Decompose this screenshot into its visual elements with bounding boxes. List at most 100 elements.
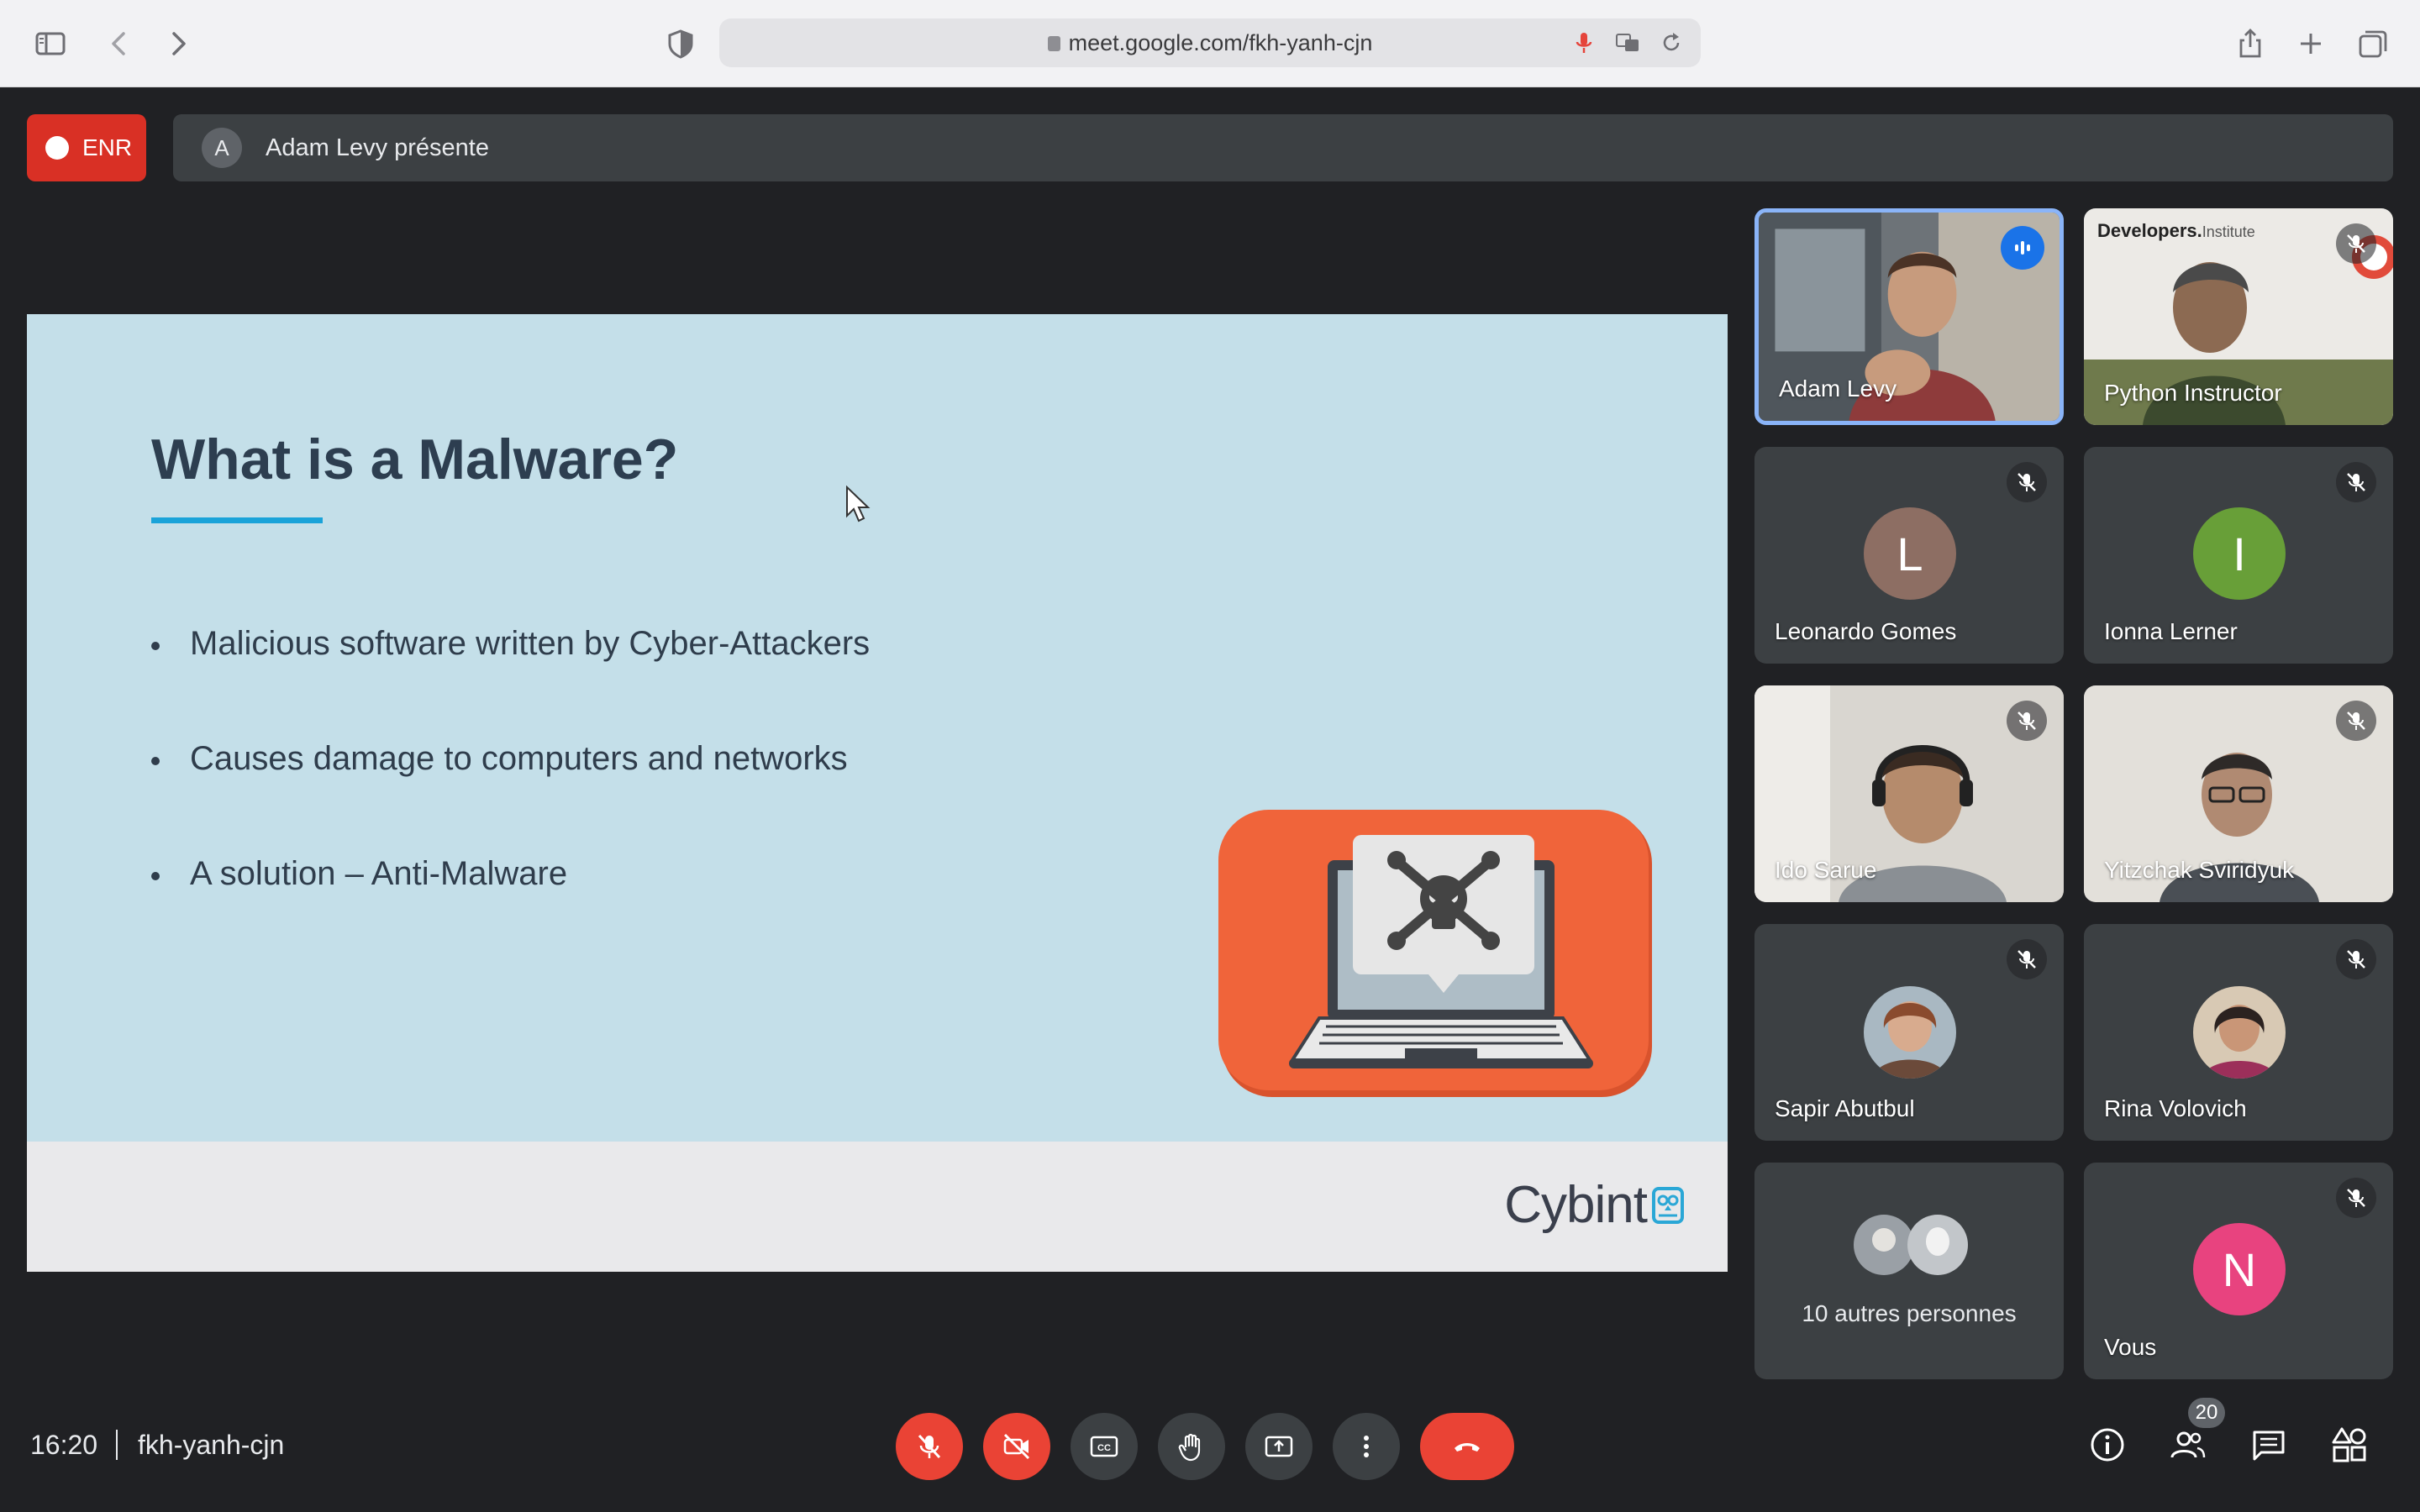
bullet-text: Malicious software written by Cyber-Atta… — [190, 625, 871, 662]
info-icon — [2091, 1428, 2124, 1462]
cybint-logo: Cybint — [1504, 1175, 1686, 1235]
others-label: 10 autres personnes — [1802, 1300, 2017, 1326]
mic-off-icon — [918, 1434, 941, 1459]
participant-name: Leonardo Gomes — [1775, 618, 1957, 644]
participant-tile[interactable]: Rina Volovich — [2084, 924, 2393, 1141]
others-avatars — [1854, 1215, 1968, 1275]
raise-hand-icon — [1178, 1433, 1201, 1462]
share-icon[interactable] — [2225, 18, 2275, 69]
browser-toolbar: meet.google.com/fkh-yanh-cjn — [0, 0, 2420, 87]
malware-laptop-illustration — [1218, 810, 1652, 1097]
captions-icon: CC — [1090, 1436, 1118, 1457]
muted-mic-icon — [2007, 939, 2047, 979]
participant-name: Ido Sarue — [1775, 857, 1877, 883]
slide-bullets: Malicious software written by Cyber-Atta… — [151, 625, 870, 970]
participant-photo-avatar — [2193, 986, 2286, 1079]
participant-tile[interactable]: I Ionna Lerner — [2084, 447, 2393, 664]
participant-name: Rina Volovich — [2104, 1095, 2247, 1121]
muted-mic-icon — [2336, 1178, 2376, 1218]
divider — [116, 1430, 118, 1460]
presenter-text: Adam Levy présente — [266, 134, 489, 161]
muted-mic-icon — [2336, 223, 2376, 264]
participant-name: Vous — [2104, 1334, 2157, 1360]
present-screen-button[interactable] — [1245, 1413, 1313, 1480]
participant-photo-avatar — [1864, 986, 1956, 1079]
translate-icon[interactable] — [1615, 30, 1640, 55]
others-tile[interactable]: 10 autres personnes — [1754, 1163, 2064, 1379]
tab-overview-icon[interactable] — [2348, 18, 2398, 69]
svg-text:CC: CC — [1097, 1443, 1111, 1453]
address-bar[interactable]: meet.google.com/fkh-yanh-cjn — [719, 18, 1701, 67]
present-screen-icon — [1265, 1436, 1293, 1457]
more-options-icon — [1364, 1436, 1369, 1457]
activities-button[interactable] — [2323, 1418, 2376, 1472]
muted-mic-icon — [2336, 939, 2376, 979]
people-icon — [2170, 1431, 2206, 1458]
recording-label: ENR — [82, 134, 133, 160]
participant-tile[interactable]: Yitzchak Sviridyuk — [2084, 685, 2393, 902]
presentation-slide: What is a Malware? Malicious software wr… — [27, 314, 1728, 1272]
participant-tile[interactable]: L Leonardo Gomes — [1754, 447, 2064, 664]
activities-icon — [2332, 1427, 2366, 1462]
camera-off-icon — [1003, 1433, 1030, 1460]
captions-button[interactable]: CC — [1071, 1413, 1138, 1480]
slide-footer: Cybint — [27, 1142, 1728, 1272]
lock-icon — [1047, 36, 1060, 51]
participant-tile[interactable]: Ido Sarue — [1754, 685, 2064, 902]
meeting-time: 16:20 — [30, 1430, 98, 1460]
back-icon[interactable] — [94, 18, 145, 69]
forward-icon[interactable] — [153, 18, 203, 69]
bullet-text: A solution – Anti-Malware — [190, 855, 568, 892]
more-options-button[interactable] — [1333, 1413, 1400, 1480]
bullet-item: Causes damage to computers and networks — [151, 740, 870, 855]
title-underline — [151, 517, 323, 523]
muted-mic-icon — [2336, 701, 2376, 741]
owl-logo-icon — [1652, 1186, 1684, 1224]
participant-tile[interactable]: Sapir Abutbul — [1754, 924, 2064, 1141]
watermark-developers-institute: Developers.Institute — [2097, 220, 2255, 242]
toggle-microphone-button[interactable] — [896, 1413, 963, 1480]
recording-dot-icon — [45, 136, 69, 160]
meeting-code: fkh-yanh-cjn — [138, 1430, 285, 1460]
participant-name: Yitzchak Sviridyuk — [2104, 857, 2295, 883]
muted-mic-icon — [2336, 462, 2376, 502]
slide-title: What is a Malware? — [151, 428, 679, 491]
recording-badge[interactable]: ENR — [27, 114, 146, 181]
leave-call-icon — [1455, 1443, 1480, 1452]
participant-name: Sapir Abutbul — [1775, 1095, 1915, 1121]
url-text: meet.google.com/fkh-yanh-cjn — [1068, 30, 1373, 55]
leave-call-button[interactable] — [1420, 1413, 1514, 1480]
raise-hand-button[interactable] — [1158, 1413, 1225, 1480]
bullet-item: A solution – Anti-Malware — [151, 855, 870, 970]
self-tile[interactable]: N Vous — [2084, 1163, 2393, 1379]
presenter-avatar: A — [202, 128, 242, 168]
reload-icon[interactable] — [1659, 30, 1684, 55]
muted-mic-icon — [2007, 701, 2047, 741]
participant-tile[interactable]: Adam Levy — [1754, 208, 2064, 425]
chat-button[interactable] — [2242, 1418, 2296, 1472]
sidebar-toggle-icon[interactable] — [25, 18, 76, 69]
microphone-in-use-icon[interactable] — [1571, 30, 1597, 55]
participant-tile[interactable]: Developers.Institute Python Instructor — [2084, 208, 2393, 425]
watermark-brand: Developers. — [2097, 220, 2202, 241]
self-avatar: N — [2193, 1223, 2286, 1315]
presenter-bar: A Adam Levy présente — [173, 114, 2393, 181]
muted-mic-icon — [2007, 462, 2047, 502]
participant-name: Ionna Lerner — [2104, 618, 2238, 644]
logo-text: Cybint — [1504, 1176, 1648, 1234]
meeting-info-button[interactable] — [2081, 1418, 2134, 1472]
participant-avatar: I — [2193, 507, 2286, 600]
mouse-cursor-icon — [846, 486, 871, 522]
bullet-text: Causes damage to computers and networks — [190, 740, 848, 777]
speaking-indicator-icon — [2001, 226, 2044, 270]
watermark-suffix: Institute — [2202, 223, 2255, 240]
participant-count-badge: 20 — [2188, 1398, 2225, 1428]
privacy-shield-icon[interactable] — [655, 18, 706, 69]
slide-content-area: What is a Malware? Malicious software wr… — [27, 314, 1728, 1142]
participant-name: Adam Levy — [1779, 375, 1897, 402]
toggle-camera-button[interactable] — [983, 1413, 1050, 1480]
participant-name: Python Instructor — [2104, 380, 2282, 406]
chat-icon — [2253, 1431, 2285, 1461]
new-tab-icon[interactable] — [2286, 18, 2336, 69]
participant-avatar: L — [1864, 507, 1956, 600]
